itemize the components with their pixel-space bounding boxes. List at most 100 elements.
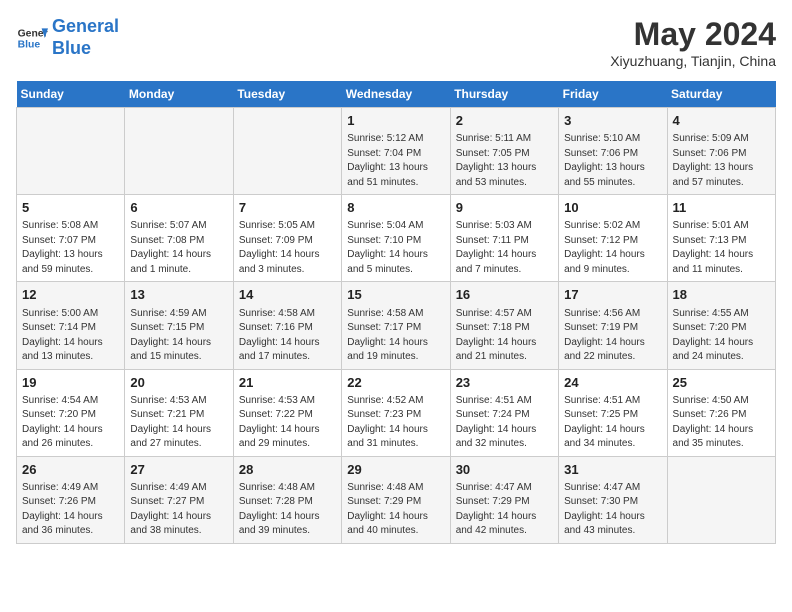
day-number: 24 (564, 374, 661, 392)
calendar-cell: 26Sunrise: 4:49 AM Sunset: 7:26 PM Dayli… (17, 456, 125, 543)
svg-text:Blue: Blue (18, 39, 41, 50)
calendar-cell: 2 Sunrise: 5:11 AM Sunset: 7:05 PM Daylig… (450, 108, 558, 195)
calendar-title: May 2024 (610, 16, 776, 53)
calendar-week-row-1: 1 Sunrise: 5:12 AM Sunset: 7:04 PM Daylig… (17, 108, 776, 195)
calendar-week-row-3: 12 Sunrise: 5:00 AM Sunset: 7:14 PM Dayli… (17, 282, 776, 369)
day-number: 5 (22, 199, 119, 217)
day-info: Sunrise: 5:07 AM Sunset: 7:08 PM Dayligh… (130, 219, 227, 277)
calendar-cell: 28 Sunrise: 4:48 AM Sunset: 7:28 PM Dayli… (233, 456, 341, 543)
day-number: 23 (456, 374, 553, 392)
day-info: Sunrise: 4:51 AM Sunset: 7:24 PM Dayligh… (456, 394, 553, 452)
day-number: 11 (673, 199, 770, 217)
day-number: 12 (22, 286, 119, 304)
day-info: Sunrise: 5:09 AM Sunset: 7:06 PM Dayligh… (673, 132, 770, 190)
weekday-header-friday: Friday (559, 81, 667, 108)
day-info: Sunrise: 4:54 AM Sunset: 7:20 PM Dayligh… (22, 394, 119, 452)
calendar-cell: 21 Sunrise: 4:53 AM Sunset: 7:22 PM Dayli… (233, 369, 341, 456)
calendar-cell: 10Sunrise: 5:02 AM Sunset: 7:12 PM Dayli… (559, 195, 667, 282)
day-number: 10 (564, 199, 661, 217)
calendar-week-row-2: 5 Sunrise: 5:08 AM Sunset: 7:07 PM Daylig… (17, 195, 776, 282)
calendar-cell: 16Sunrise: 4:57 AM Sunset: 7:18 PM Dayli… (450, 282, 558, 369)
page-header: General Blue GeneralBlue May 2024 Xiyuzh… (16, 16, 776, 69)
calendar-week-row-4: 19 Sunrise: 4:54 AM Sunset: 7:20 PM Dayli… (17, 369, 776, 456)
calendar-cell: 25 Sunrise: 4:50 AM Sunset: 7:26 PM Dayli… (667, 369, 775, 456)
calendar-cell: 29 Sunrise: 4:48 AM Sunset: 7:29 PM Dayli… (342, 456, 450, 543)
calendar-cell: 24 Sunrise: 4:51 AM Sunset: 7:25 PM Dayli… (559, 369, 667, 456)
day-number: 28 (239, 461, 336, 479)
calendar-cell: 14 Sunrise: 4:58 AM Sunset: 7:16 PM Dayli… (233, 282, 341, 369)
day-number: 2 (456, 112, 553, 130)
day-number: 8 (347, 199, 444, 217)
day-number: 16 (456, 286, 553, 304)
day-number: 17 (564, 286, 661, 304)
title-block: May 2024 Xiyuzhuang, Tianjin, China (610, 16, 776, 69)
day-number: 13 (130, 286, 227, 304)
day-info: Sunrise: 5:01 AM Sunset: 7:13 PM Dayligh… (673, 219, 770, 277)
day-info: Sunrise: 4:51 AM Sunset: 7:25 PM Dayligh… (564, 394, 661, 452)
day-info: Sunrise: 4:58 AM Sunset: 7:16 PM Dayligh… (239, 307, 336, 365)
calendar-cell: 13 Sunrise: 4:59 AM Sunset: 7:15 PM Dayli… (125, 282, 233, 369)
day-number: 15 (347, 286, 444, 304)
day-info: Sunrise: 5:04 AM Sunset: 7:10 PM Dayligh… (347, 219, 444, 277)
day-info: Sunrise: 4:50 AM Sunset: 7:26 PM Dayligh… (673, 394, 770, 452)
weekday-header-saturday: Saturday (667, 81, 775, 108)
calendar-cell: 8 Sunrise: 5:04 AM Sunset: 7:10 PM Daylig… (342, 195, 450, 282)
day-info: Sunrise: 5:11 AM Sunset: 7:05 PM Dayligh… (456, 132, 553, 190)
day-info: Sunrise: 5:00 AM Sunset: 7:14 PM Dayligh… (22, 307, 119, 365)
logo-text: GeneralBlue (52, 16, 119, 59)
calendar-cell: 30 Sunrise: 4:47 AM Sunset: 7:29 PM Dayli… (450, 456, 558, 543)
day-number: 25 (673, 374, 770, 392)
day-info: Sunrise: 4:59 AM Sunset: 7:15 PM Dayligh… (130, 307, 227, 365)
day-info: Sunrise: 4:53 AM Sunset: 7:22 PM Dayligh… (239, 394, 336, 452)
day-info: Sunrise: 5:12 AM Sunset: 7:04 PM Dayligh… (347, 132, 444, 190)
day-number: 6 (130, 199, 227, 217)
day-number: 3 (564, 112, 661, 130)
calendar-cell: 17 Sunrise: 4:56 AM Sunset: 7:19 PM Dayli… (559, 282, 667, 369)
day-number: 18 (673, 286, 770, 304)
day-number: 27 (130, 461, 227, 479)
calendar-cell: 19 Sunrise: 4:54 AM Sunset: 7:20 PM Dayli… (17, 369, 125, 456)
day-info: Sunrise: 4:55 AM Sunset: 7:20 PM Dayligh… (673, 307, 770, 365)
calendar-week-row-5: 26Sunrise: 4:49 AM Sunset: 7:26 PM Dayli… (17, 456, 776, 543)
day-number: 30 (456, 461, 553, 479)
day-number: 29 (347, 461, 444, 479)
calendar-cell (667, 456, 775, 543)
day-number: 20 (130, 374, 227, 392)
logo-icon: General Blue (16, 22, 48, 54)
calendar-table: SundayMondayTuesdayWednesdayThursdayFrid… (16, 81, 776, 544)
day-info: Sunrise: 5:05 AM Sunset: 7:09 PM Dayligh… (239, 219, 336, 277)
day-info: Sunrise: 4:56 AM Sunset: 7:19 PM Dayligh… (564, 307, 661, 365)
weekday-header-monday: Monday (125, 81, 233, 108)
day-number: 1 (347, 112, 444, 130)
day-number: 19 (22, 374, 119, 392)
day-number: 14 (239, 286, 336, 304)
weekday-header-row: SundayMondayTuesdayWednesdayThursdayFrid… (17, 81, 776, 108)
calendar-cell: 5 Sunrise: 5:08 AM Sunset: 7:07 PM Daylig… (17, 195, 125, 282)
calendar-cell: 15 Sunrise: 4:58 AM Sunset: 7:17 PM Dayli… (342, 282, 450, 369)
day-info: Sunrise: 4:47 AM Sunset: 7:29 PM Dayligh… (456, 481, 553, 539)
day-number: 22 (347, 374, 444, 392)
day-number: 7 (239, 199, 336, 217)
calendar-cell: 3 Sunrise: 5:10 AM Sunset: 7:06 PM Daylig… (559, 108, 667, 195)
day-info: Sunrise: 4:48 AM Sunset: 7:29 PM Dayligh… (347, 481, 444, 539)
day-info: Sunrise: 4:48 AM Sunset: 7:28 PM Dayligh… (239, 481, 336, 539)
calendar-cell: 12 Sunrise: 5:00 AM Sunset: 7:14 PM Dayli… (17, 282, 125, 369)
calendar-cell: 7 Sunrise: 5:05 AM Sunset: 7:09 PM Daylig… (233, 195, 341, 282)
calendar-subtitle: Xiyuzhuang, Tianjin, China (610, 53, 776, 69)
day-info: Sunrise: 4:53 AM Sunset: 7:21 PM Dayligh… (130, 394, 227, 452)
day-info: Sunrise: 5:10 AM Sunset: 7:06 PM Dayligh… (564, 132, 661, 190)
calendar-cell: 6 Sunrise: 5:07 AM Sunset: 7:08 PM Daylig… (125, 195, 233, 282)
weekday-header-sunday: Sunday (17, 81, 125, 108)
day-info: Sunrise: 4:49 AM Sunset: 7:27 PM Dayligh… (130, 481, 227, 539)
day-info: Sunrise: 4:58 AM Sunset: 7:17 PM Dayligh… (347, 307, 444, 365)
day-info: Sunrise: 5:08 AM Sunset: 7:07 PM Dayligh… (22, 219, 119, 277)
calendar-cell (17, 108, 125, 195)
calendar-cell: 1 Sunrise: 5:12 AM Sunset: 7:04 PM Daylig… (342, 108, 450, 195)
logo: General Blue GeneralBlue (16, 16, 119, 59)
day-number: 21 (239, 374, 336, 392)
calendar-cell: 27 Sunrise: 4:49 AM Sunset: 7:27 PM Dayli… (125, 456, 233, 543)
day-info: Sunrise: 5:03 AM Sunset: 7:11 PM Dayligh… (456, 219, 553, 277)
weekday-header-wednesday: Wednesday (342, 81, 450, 108)
calendar-cell: 23 Sunrise: 4:51 AM Sunset: 7:24 PM Dayli… (450, 369, 558, 456)
calendar-cell: 20 Sunrise: 4:53 AM Sunset: 7:21 PM Dayli… (125, 369, 233, 456)
